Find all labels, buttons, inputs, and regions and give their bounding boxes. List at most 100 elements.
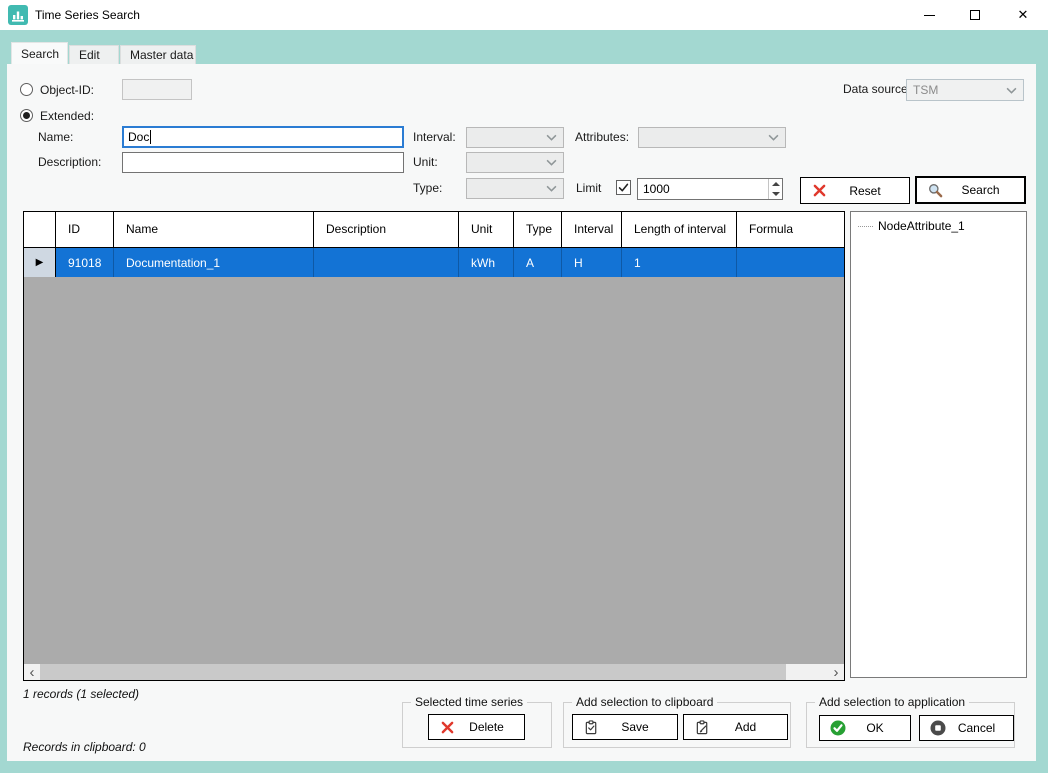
clipboard-group-title: Add selection to clipboard (572, 695, 717, 709)
add-button[interactable]: Add (683, 714, 788, 740)
column-header-name[interactable]: Name (114, 212, 314, 247)
tab-edit[interactable]: Edit (69, 45, 119, 64)
horizontal-scrollbar[interactable]: ‹ › (24, 664, 844, 680)
type-select[interactable] (466, 178, 564, 199)
limit-label: Limit (576, 178, 601, 198)
column-header-id[interactable]: ID (56, 212, 114, 247)
limit-value[interactable]: 1000 (638, 179, 768, 199)
reset-button[interactable]: Reset (800, 177, 910, 204)
extended-radio[interactable] (20, 109, 33, 122)
column-header-description[interactable]: Description (314, 212, 459, 247)
cell-interval[interactable]: H (562, 248, 622, 277)
close-icon: ✕ (1018, 7, 1029, 23)
scroll-left-icon: ‹ (30, 665, 35, 680)
application-group-title: Add selection to application (815, 695, 969, 709)
clipboard-edit-icon (694, 719, 710, 735)
scroll-left-button[interactable]: ‹ (24, 664, 40, 680)
chevron-down-icon (768, 134, 779, 141)
cell-length-of-interval[interactable]: 1 (622, 248, 737, 277)
tab-edit-label: Edit (79, 48, 100, 62)
close-button[interactable]: ✕ (998, 0, 1048, 30)
column-header-interval[interactable]: Interval (562, 212, 622, 247)
tab-search[interactable]: Search (11, 42, 68, 64)
scroll-right-icon: › (834, 665, 839, 680)
unit-select[interactable] (466, 152, 564, 173)
scroll-right-button[interactable]: › (828, 664, 844, 680)
cell-description[interactable] (314, 248, 459, 277)
reset-label: Reset (849, 184, 880, 198)
grid-header: ID Name Description Unit Type Interval L… (24, 212, 844, 248)
scrollbar-track[interactable] (40, 664, 828, 680)
object-id-radio[interactable] (20, 83, 33, 96)
chevron-down-icon (546, 134, 557, 141)
grid-empty-area (24, 277, 844, 664)
selected-time-series-group-title: Selected time series (411, 695, 527, 709)
interval-label: Interval: (413, 127, 456, 147)
column-header-type[interactable]: Type (514, 212, 562, 247)
column-header-formula[interactable]: Formula (737, 212, 844, 247)
object-id-input[interactable] (122, 79, 192, 100)
row-selector-header[interactable] (24, 212, 56, 247)
tree-item-node-attribute[interactable]: NodeAttribute_1 (851, 212, 1026, 233)
save-label: Save (621, 720, 648, 734)
description-label: Description: (38, 152, 101, 172)
limit-spinner[interactable]: 1000 (637, 178, 783, 200)
interval-select[interactable] (466, 127, 564, 148)
column-header-length-of-interval[interactable]: Length of interval (622, 212, 737, 247)
ok-button[interactable]: OK (819, 715, 911, 741)
cell-formula[interactable] (737, 248, 844, 277)
minimize-button[interactable] (906, 0, 952, 30)
extended-label: Extended: (40, 106, 94, 126)
tab-master-data-label: Master data (130, 48, 193, 62)
table-row[interactable]: ▶ 91018 Documentation_1 kWh A H 1 (24, 248, 844, 277)
clipboard-group: Add selection to clipboard Save Add (563, 702, 791, 748)
tree-item-label: NodeAttribute_1 (878, 219, 965, 233)
tab-master-data[interactable]: Master data (120, 45, 196, 64)
clipboard-status: Records in clipboard: 0 (23, 740, 146, 754)
red-x-icon (439, 719, 455, 735)
cancel-label: Cancel (958, 721, 995, 735)
data-source-value: TSM (913, 83, 938, 97)
chevron-down-icon (1006, 87, 1017, 94)
data-source-select[interactable]: TSM (906, 79, 1024, 101)
attributes-select[interactable] (638, 127, 786, 148)
cell-name[interactable]: Documentation_1 (114, 248, 314, 277)
up-arrow-icon (772, 182, 780, 186)
delete-label: Delete (469, 720, 504, 734)
green-check-icon (830, 720, 846, 736)
type-label: Type: (413, 178, 442, 198)
application-group: Add selection to application OK Cancel (806, 702, 1015, 748)
save-button[interactable]: Save (572, 714, 678, 740)
spinner-down-button[interactable] (769, 189, 782, 199)
search-label: Search (961, 183, 999, 197)
spinner-up-button[interactable] (769, 179, 782, 189)
minimize-icon (924, 15, 935, 16)
delete-button[interactable]: Delete (428, 714, 525, 740)
maximize-button[interactable] (952, 0, 998, 30)
chevron-down-icon (546, 159, 557, 166)
tab-search-label: Search (21, 47, 59, 61)
cancel-button[interactable]: Cancel (919, 715, 1014, 741)
cell-type[interactable]: A (514, 248, 562, 277)
row-selector-cell[interactable]: ▶ (24, 248, 56, 277)
ok-label: OK (866, 721, 883, 735)
scrollbar-thumb[interactable] (40, 664, 786, 680)
app-logo-icon (8, 5, 28, 25)
tree-branch-line (858, 226, 873, 227)
red-x-icon (811, 183, 827, 199)
attributes-label: Attributes: (575, 127, 629, 147)
limit-checkbox[interactable] (616, 180, 631, 195)
search-button[interactable]: Search (915, 176, 1026, 204)
cell-unit[interactable]: kWh (459, 248, 514, 277)
description-input[interactable] (122, 152, 404, 173)
column-header-unit[interactable]: Unit (459, 212, 514, 247)
maximize-icon (970, 10, 980, 20)
name-value: Doc (128, 130, 149, 144)
app-window: Time Series Search ✕ Search Edit Master … (0, 0, 1048, 773)
row-pointer-icon: ▶ (36, 257, 44, 268)
cell-id[interactable]: 91018 (56, 248, 114, 277)
selected-time-series-group: Selected time series Delete (402, 702, 552, 748)
name-input[interactable]: Doc (122, 126, 404, 148)
stop-circle-icon (930, 720, 946, 736)
chevron-down-icon (546, 185, 557, 192)
